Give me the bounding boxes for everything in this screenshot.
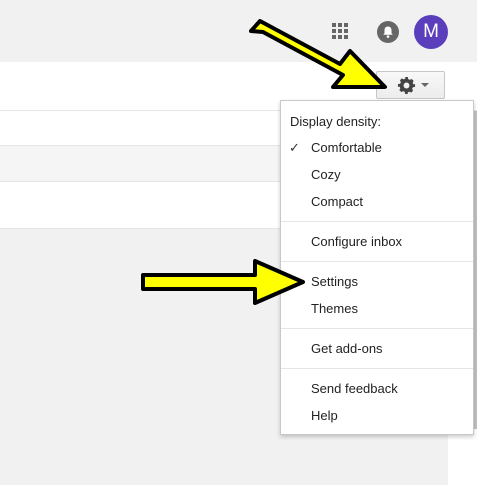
annotation-arrows: [141, 19, 387, 305]
arrow-to-settings-icon: [141, 259, 305, 305]
arrow-to-gear-icon: [249, 19, 387, 89]
